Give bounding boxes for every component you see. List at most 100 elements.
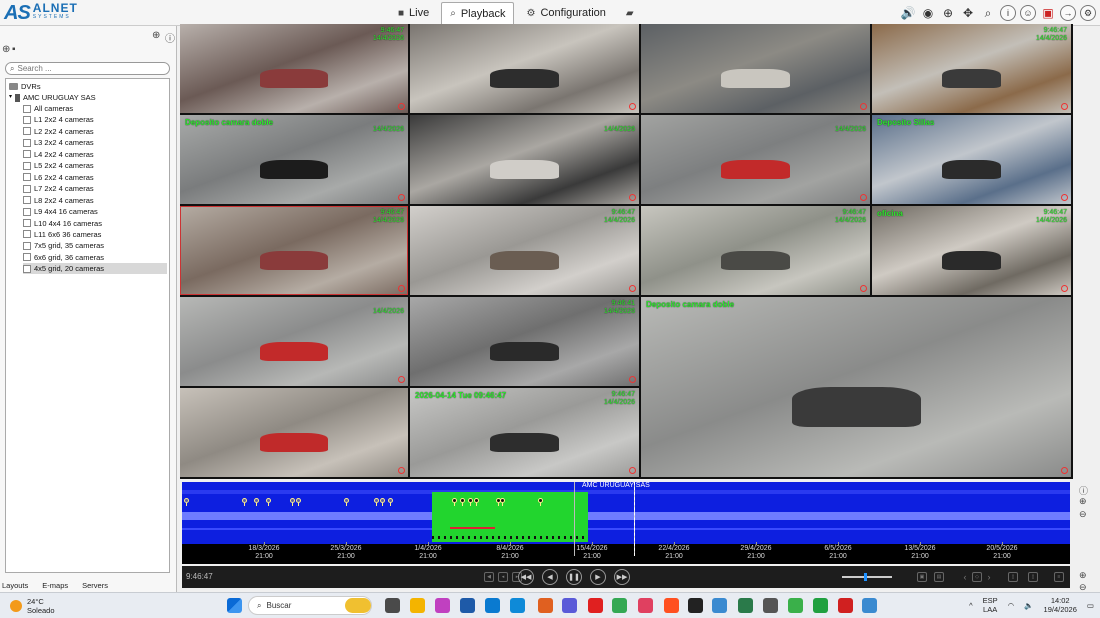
chevron-left-icon[interactable]: ‹ [960,572,970,582]
teams-icon[interactable] [562,598,577,613]
camera-tile[interactable]: Deposito camara doble [641,297,1071,477]
tree-layout-item[interactable]: L6 2x2 4 cameras [23,172,94,183]
settings-icon[interactable]: ⚙ [1080,5,1096,21]
lock-icon[interactable]: ▪ [12,44,16,55]
snapshot-icon[interactable]: ▣ [917,572,927,582]
camera-tile[interactable]: oficina 9:46:47 14/4/2026 [872,206,1071,295]
play-icon[interactable]: ▶ [590,569,606,585]
tree-layout-item[interactable]: L9 4x4 16 cameras [23,206,98,217]
camera-tile[interactable]: 14/4/2026 [410,115,639,204]
move-icon[interactable]: ✥ [960,5,976,21]
user-icon[interactable]: ☺ [1020,5,1036,21]
event-pin-icon[interactable] [538,498,543,506]
file-explorer-icon[interactable] [385,598,400,613]
windows-start-icon[interactable] [227,598,242,613]
photos-icon[interactable] [862,598,877,613]
tree-layout-item[interactable]: L11 6x6 36 cameras [23,229,101,240]
pause-icon[interactable]: ❚❚ [566,569,582,585]
alerts-icon[interactable]: ▣ [1040,5,1056,21]
clock[interactable]: 14:02 19/4/2026 [1044,596,1077,614]
browser-game-icon[interactable] [345,598,371,613]
info-icon[interactable]: i [1000,5,1016,21]
tree-layout-item[interactable]: L1 2x2 4 cameras [23,114,94,125]
add-icon[interactable]: ⊕ [1079,570,1087,581]
tab-emaps[interactable]: E-maps [42,581,68,590]
event-pin-icon[interactable] [500,498,505,506]
camera-tile[interactable]: Deposito camara doble 14/4/2026 [180,115,408,204]
magnify-icon[interactable]: ⌕ [980,5,996,21]
zoom-icon[interactable]: ⊕ [940,5,956,21]
event-pin-icon[interactable] [452,498,457,506]
rewind-icon[interactable]: ◀◀ [518,569,534,585]
list-icon[interactable]: ≡ [1054,572,1064,582]
tab-configuration[interactable]: ⚙ Configuration [518,2,613,24]
timeline[interactable]: AMC URUGUAY SAS 18/3/2026 21:00 25/3/2026 2… [182,482,1070,564]
youtube-icon[interactable] [588,598,603,613]
settings-app-icon[interactable] [664,598,679,613]
tree-dvr[interactable]: ▾ AMC URUGUAY SAS [9,92,96,103]
tree-layout-item[interactable]: L3 2x2 4 cameras [23,137,94,148]
tab-live[interactable]: ■ Live [390,2,437,24]
tree-layout-item[interactable]: L5 2x2 4 cameras [23,160,94,171]
speed-knob[interactable] [864,573,867,581]
tab-playback[interactable]: ⌕ Playback [441,2,515,24]
tree-layout-item[interactable]: L2 2x2 4 cameras [23,126,94,137]
camera-tile[interactable]: 9:46:47 14/4/2026 [180,206,408,295]
add-layout-icon[interactable]: ⊕ [2,44,10,55]
tree-layout-item[interactable]: 6x6 grid, 36 cameras [23,252,104,263]
volume-icon[interactable]: 🔊 [900,5,916,21]
xbox-icon[interactable] [788,598,803,613]
event-pin-icon[interactable] [254,498,259,506]
tree-layout-item[interactable]: 7x5 grid, 35 cameras [23,240,104,251]
tab-layouts[interactable]: Layouts [2,581,28,590]
event-pin-icon[interactable] [380,498,385,506]
tree-layout-item[interactable]: L8 2x2 4 cameras [23,195,94,206]
language-indicator[interactable]: ESP LAA [983,596,998,614]
anydesk-icon[interactable] [838,598,853,613]
app-icon[interactable] [638,598,653,613]
event-pin-icon[interactable] [374,498,379,506]
marker-out-icon[interactable]: ▯ [1028,572,1038,582]
logout-icon[interactable]: → [1060,5,1076,21]
camera-tile[interactable]: 9:46:47 14/4/2026 [872,24,1071,113]
camera-tile[interactable]: 9:46:47 14/4/2026 [410,206,639,295]
export-icon[interactable]: ▤ [934,572,944,582]
camera-tile[interactable]: 9:46:47 14/4/2026 [180,24,408,113]
chevron-up-icon[interactable]: ^ [969,601,973,610]
store-icon[interactable] [460,598,475,613]
eye-icon[interactable]: ◉ [920,5,936,21]
camera-tile[interactable]: 9:46:41 14/4/2026 [410,297,639,386]
phone-link-icon[interactable] [763,598,778,613]
event-pin-icon[interactable] [388,498,393,506]
play-reverse-icon[interactable]: ◀ [542,569,558,585]
camera-tile[interactable]: 14/4/2026 [180,297,408,386]
camera-tile[interactable] [180,388,408,477]
tree-root[interactable]: DVRs [9,81,41,92]
outlook-icon[interactable] [485,598,500,613]
fast-forward-icon[interactable]: ▶▶ [614,569,630,585]
calculator-icon[interactable] [738,598,753,613]
event-pin-icon[interactable] [242,498,247,506]
camera-tile[interactable] [410,24,639,113]
zoom-in-icon[interactable]: ⊕ [1079,496,1087,507]
tab-servers[interactable]: Servers [82,581,108,590]
terminal-icon[interactable] [688,598,703,613]
tree-layout-item[interactable]: L7 2x2 4 cameras [23,183,94,194]
volume-icon[interactable]: 🔈 [1024,601,1033,610]
event-pin-icon[interactable] [468,498,473,506]
camera-tile[interactable]: 14/4/2026 [641,115,870,204]
camera-tile[interactable]: 9:46:47 14/4/2026 [641,206,870,295]
folder-icon[interactable] [410,598,425,613]
notifications-icon[interactable]: ▭ [1087,601,1094,610]
zoom-level-icon[interactable]: ◇ [972,572,982,582]
chrome-icon[interactable] [612,598,627,613]
tree-layout-item[interactable]: All cameras [23,103,73,114]
event-pin-icon[interactable] [474,498,479,506]
event-pin-icon[interactable] [296,498,301,506]
search-box[interactable]: ⌕ [5,62,170,75]
camera-tile[interactable]: 2026-04-14 Tue 09:46:47 9:46:47 14/4/2026 [410,388,639,477]
firefox-icon[interactable] [538,598,553,613]
folder-button[interactable]: ▰ [618,2,642,24]
zoom-out-icon[interactable]: ⊖ [1079,509,1087,520]
speed-slider[interactable] [842,573,892,581]
